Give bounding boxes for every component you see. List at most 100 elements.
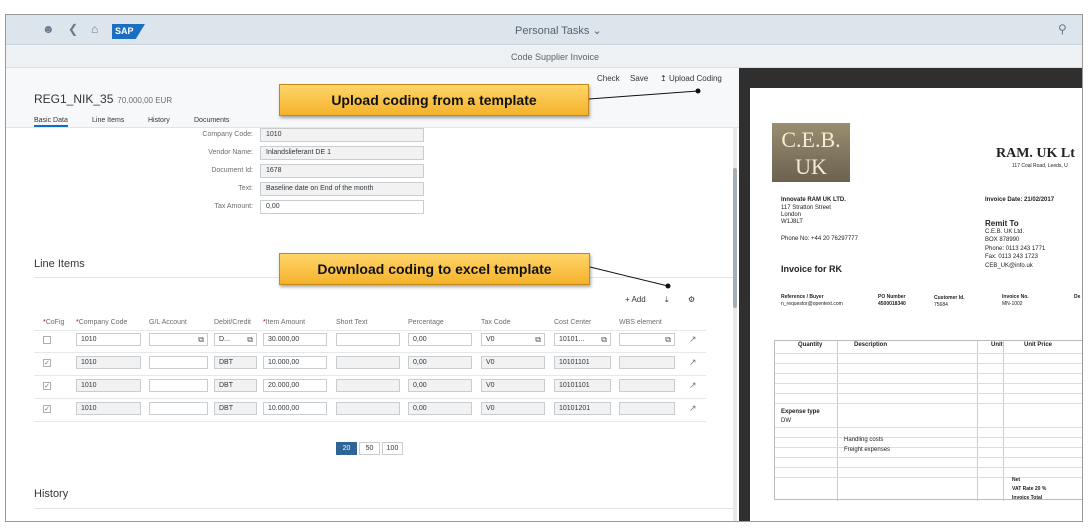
line-items-title: Line Items [34,258,85,270]
cell-company[interactable]: 1010 [76,333,141,346]
cell-company[interactable]: 1010 [76,379,141,392]
cell-pct[interactable]: 0,00 [408,402,472,415]
scrollbar[interactable] [733,128,737,521]
cell-cc[interactable]: 10101101 [554,379,611,392]
cell-amount[interactable]: 20.000,00 [263,379,327,392]
add-button[interactable]: + Add [625,295,646,304]
vat-label: VAT Rate 20 % [1012,486,1047,492]
cell-tax[interactable]: V0 [481,356,545,369]
cell-dc[interactable]: DBT [214,379,257,392]
cell-tax[interactable]: V0 [481,379,545,392]
download-icon[interactable]: ⤓ [665,295,669,305]
invoice-for: Invoice for RK [781,264,843,274]
text-field[interactable]: Baseline date on End of the month [260,182,424,196]
value-help-icon[interactable]: ⧉ [665,334,671,345]
cell-gl[interactable] [149,402,208,415]
col-description: Description [854,342,888,348]
po-label: PO Number [878,294,906,300]
col-cost-center: Cost Center [554,319,592,326]
cell-cc[interactable]: 10101201 [554,402,611,415]
cell-gl[interactable]: ⧉ [149,333,208,346]
search-icon[interactable]: ⚲ [1058,22,1067,36]
invoice-date: Invoice Date: 21/02/2017 [985,197,1055,203]
row-navigation-icon[interactable]: ↗ [689,403,697,414]
row-navigation-icon[interactable]: ↗ [689,334,697,345]
cell-amount[interactable]: 10.000,00 [263,402,327,415]
upload-coding-button[interactable]: ↥ Upload Coding [660,74,722,83]
page-size-20[interactable]: 20 [336,442,357,455]
col-unit-price: Unit Price [1024,342,1053,348]
tab-history[interactable]: History [148,117,170,124]
cell-amount[interactable]: 30.000,00 [263,333,327,346]
cell-gl[interactable] [149,379,208,392]
cell-gl[interactable] [149,356,208,369]
vendor-name-field[interactable]: Inlandslieferant DE 1 [260,146,424,160]
page-size-100[interactable]: 100 [382,442,403,455]
cell-short[interactable] [336,379,400,392]
total-label: Invoice Total [1012,495,1043,501]
cell-dc[interactable]: D... ⧉ [214,333,257,346]
cell-cc[interactable]: 10101... ⧉ [554,333,611,346]
cell-wbs[interactable] [619,356,675,369]
de-label: De [1074,294,1081,300]
table-header-divider [34,330,706,331]
ceb-logo: C.E.B. UK [772,123,850,182]
tax-amount-label: Tax Amount: [214,203,253,210]
cell-pct[interactable]: 0,00 [408,379,472,392]
cell-amount[interactable]: 10.000,00 [263,356,327,369]
upload-icon: ↥ [660,74,667,83]
cell-cc[interactable]: 10101101 [554,356,611,369]
page-size-50[interactable]: 50 [359,442,380,455]
save-button[interactable]: Save [630,74,648,83]
main-panel: Check Save ↥ Upload Coding REG1_NIK_35 70… [6,68,739,521]
expense-value: DW [781,418,791,424]
remit-phone: Phone: 0113 243 1771 [985,246,1046,252]
sap-logo[interactable]: SAP [112,24,145,39]
tab-line-items[interactable]: Line Items [92,117,124,124]
cell-company[interactable]: 1010 [76,356,141,369]
cell-tax[interactable]: V0 [481,402,545,415]
value-help-icon[interactable]: ⧉ [601,334,607,345]
from-address: 117 Stratton Street [781,205,831,211]
cell-pct[interactable]: 0,00 [408,333,472,346]
cell-dc[interactable]: DBT [214,356,257,369]
settings-icon[interactable]: ⚙ [688,295,695,304]
col-quantity: Quantity [798,342,823,348]
tab-documents[interactable]: Documents [194,117,229,124]
cell-pct[interactable]: 0,00 [408,356,472,369]
document-id-field[interactable]: 1678 [260,164,424,178]
tax-amount-field[interactable]: 0,00 [260,200,424,214]
tab-basic-data[interactable]: Basic Data [34,117,68,127]
cell-short[interactable] [336,402,400,415]
cell-wbs[interactable] [619,379,675,392]
value-help-icon[interactable]: ⧉ [535,334,541,345]
value-help-icon[interactable]: ⧉ [198,334,204,345]
scrollbar-thumb[interactable] [733,168,737,308]
freight-expenses: Freight expenses [844,447,891,453]
row-navigation-icon[interactable]: ↗ [689,380,697,391]
person-icon[interactable]: ☻ [42,22,55,36]
row-checkbox[interactable]: ✓ [43,405,51,413]
row-divider [34,398,706,399]
check-button[interactable]: Check [597,74,620,83]
row-navigation-icon[interactable]: ↗ [689,357,697,368]
col-gl-account: G/L Account [149,319,187,326]
cell-dc[interactable]: DBT [214,402,257,415]
cell-short[interactable] [336,356,400,369]
shell-title[interactable]: Personal Tasks ⌄ [515,24,602,37]
back-icon[interactable]: ❮ [68,22,78,36]
row-checkbox[interactable]: ✓ [43,359,51,367]
value-help-icon[interactable]: ⧉ [247,334,253,345]
cell-wbs[interactable]: ⧉ [619,333,675,346]
row-checkbox[interactable] [43,336,51,344]
cell-short[interactable] [336,333,400,346]
history-title: History [34,488,69,500]
col-cofig: *CoFig [43,319,65,326]
cell-tax[interactable]: V0 ⧉ [481,333,545,346]
cell-company[interactable]: 1010 [76,402,141,415]
chevron-down-icon[interactable]: ⌄ [592,25,601,37]
company-code-field[interactable]: 1010 [260,128,424,142]
cell-wbs[interactable] [619,402,675,415]
row-checkbox[interactable]: ✓ [43,382,51,390]
home-icon[interactable]: ⌂ [91,22,98,36]
